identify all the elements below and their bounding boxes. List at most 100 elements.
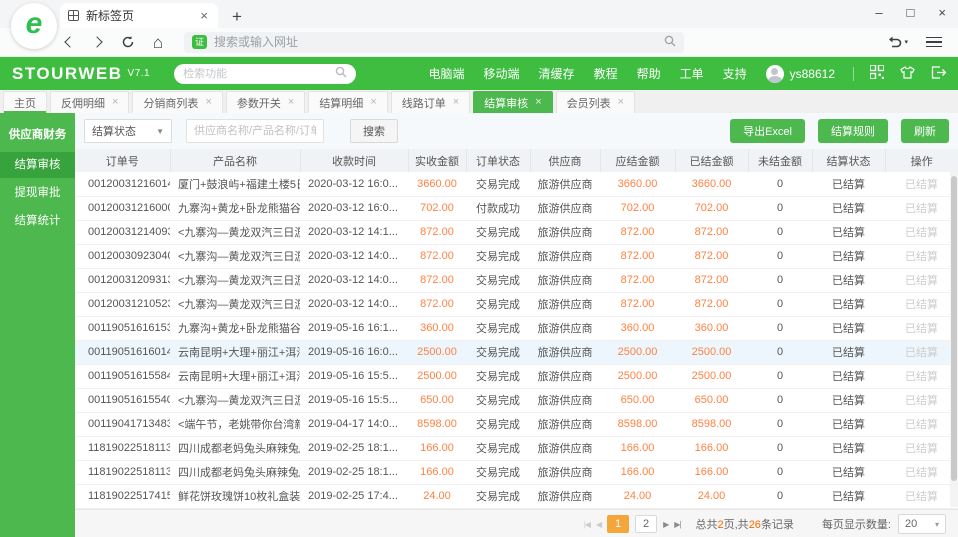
menu-item-移动端[interactable]: 移动端: [484, 65, 520, 82]
cell-supplier: 旅游供应商: [530, 484, 600, 509]
sidebar-item-结算审核[interactable]: 结算审核: [0, 152, 75, 178]
settlement-table: 订单号 产品名称 收款时间 实收金额 订单状态 供应商 应结金额 已结金额 未结金额 结算状态 操作…: [75, 149, 958, 509]
cell-payment-time: 2019-02-25 17:4...: [300, 484, 408, 509]
table-row[interactable]: 00120030923040...<九寨沟—黄龙双汽三日游>...2020-03…: [75, 244, 958, 269]
table-row[interactable]: 00120031209313...<九寨沟—黄龙双汽三日游>...2020-03…: [75, 268, 958, 293]
tab-结算明细[interactable]: 结算明细 ×: [308, 91, 388, 113]
table-row[interactable]: 00120031216000...九寨沟+黄龙+卧龙熊猫谷+都...2020-0…: [75, 196, 958, 221]
table-row[interactable]: 11819022518113...四川成都老妈兔头麻辣兔腿自...2019-02…: [75, 436, 958, 461]
tab-close-icon[interactable]: ×: [535, 97, 541, 108]
tab-反佣明细[interactable]: 反佣明细 ×: [50, 91, 130, 113]
menu-item-工单[interactable]: 工单: [680, 65, 704, 82]
table-row[interactable]: 11819022518113...四川成都老妈兔头麻辣兔腿自...2019-02…: [75, 460, 958, 485]
tab-close-icon[interactable]: ×: [205, 97, 211, 108]
browser-tab-close-icon[interactable]: ×: [198, 8, 210, 23]
tab-close-icon[interactable]: ×: [453, 97, 459, 108]
table-row[interactable]: 00120031216014...厦门+鼓浪屿+福建土楼5日4...2020-0…: [75, 172, 958, 197]
settlement-status-select[interactable]: 结算状态 ▼: [84, 119, 172, 143]
tab-close-icon[interactable]: ×: [288, 97, 294, 108]
vertical-scrollbar[interactable]: [950, 172, 958, 507]
cell-payment-time: 2020-03-12 14:1...: [300, 220, 408, 245]
cell-order-no: 00119051615584...: [75, 364, 170, 389]
table-row[interactable]: 00119051616014...云南昆明+大理+丽江+洱海+...2019-0…: [75, 340, 958, 365]
new-tab-button[interactable]: +: [232, 6, 242, 28]
window-close-button[interactable]: ×: [938, 5, 946, 20]
qr-code-icon[interactable]: [869, 64, 885, 82]
logout-icon[interactable]: [931, 65, 947, 82]
tab-线路订单[interactable]: 线路订单 ×: [390, 91, 471, 113]
cell-order-status: 交易完成: [466, 460, 530, 485]
browser-chrome: e 新标签页 × + – □ × ⌂ 证 ▾: [0, 0, 958, 57]
window-maximize-button[interactable]: □: [907, 5, 915, 20]
page-size-select[interactable]: 20 ▾: [898, 514, 946, 534]
cell-amount-received: 360.00: [408, 316, 466, 341]
table-row[interactable]: 00119051616153...九寨沟+黄龙+卧龙熊猫谷+都...2019-0…: [75, 316, 958, 341]
cell-amount-due: 702.00: [600, 196, 675, 221]
menu-item-清缓存[interactable]: 清缓存: [539, 65, 575, 82]
tab-close-icon[interactable]: ×: [618, 97, 624, 108]
address-input[interactable]: [214, 35, 657, 49]
prev-page-button[interactable]: ◀: [596, 520, 602, 529]
cell-amount-unsettled: 0: [748, 220, 812, 245]
browser-tab[interactable]: 新标签页 ×: [60, 3, 218, 28]
window-minimize-button[interactable]: –: [875, 5, 882, 20]
address-bar[interactable]: 证: [184, 31, 684, 53]
menu-item-支持[interactable]: 支持: [723, 65, 747, 82]
search-button[interactable]: 搜索: [350, 119, 398, 143]
table-row[interactable]: 00119041713483...<端午节，老姚带你台湾新体...2019-04…: [75, 412, 958, 437]
forward-button[interactable]: [86, 31, 110, 53]
table-row[interactable]: 00120031210523...<九寨沟—黄龙双汽三日游>...2020-03…: [75, 292, 958, 317]
cell-amount-unsettled: 0: [748, 340, 812, 365]
tab-会员列表[interactable]: 会员列表 ×: [555, 91, 636, 113]
cell-payment-time: 2019-05-16 16:0...: [300, 340, 408, 365]
menu-item-电脑端[interactable]: 电脑端: [429, 65, 465, 82]
browser-tab-title: 新标签页: [86, 9, 135, 23]
refresh-button[interactable]: 刷新: [901, 119, 949, 143]
tab-结算审核[interactable]: 结算审核 ×: [473, 91, 553, 113]
cell-settlement-status: 已结算: [812, 220, 885, 245]
next-page-button[interactable]: ▶: [663, 520, 669, 529]
cell-settlement-status: 已结算: [812, 244, 885, 269]
settlement-rules-button[interactable]: 结算规则: [818, 119, 888, 143]
username: ys88612: [789, 66, 835, 81]
table-row[interactable]: 11819022517415...鲜花饼玫瑰饼10枚礼盒装（...2019-02…: [75, 484, 958, 509]
first-page-button[interactable]: |◀: [584, 520, 591, 529]
back-button[interactable]: [56, 31, 80, 53]
tab-close-icon[interactable]: ×: [370, 97, 376, 108]
menu-item-教程[interactable]: 教程: [594, 65, 618, 82]
address-search-icon[interactable]: [664, 35, 676, 50]
skin-shirt-icon[interactable]: [900, 65, 915, 82]
tab-分销商列表[interactable]: 分销商列表 ×: [132, 91, 223, 113]
function-search-input[interactable]: [183, 67, 336, 80]
tab-主页[interactable]: 主页: [3, 91, 47, 113]
function-search-box[interactable]: [174, 63, 357, 84]
cell-order-status: 交易完成: [466, 484, 530, 509]
tab-label: 分销商列表: [143, 97, 199, 110]
cell-amount-unsettled: 0: [748, 268, 812, 293]
search-icon[interactable]: [335, 66, 347, 81]
reload-icon[interactable]: [116, 31, 140, 53]
tab-参数开关[interactable]: 参数开关 ×: [225, 91, 306, 113]
sidebar-item-结算统计[interactable]: 结算统计: [0, 208, 75, 234]
export-excel-button[interactable]: 导出Excel: [730, 119, 805, 143]
browser-menu-icon[interactable]: [926, 36, 942, 48]
scrollbar-thumb[interactable]: [951, 176, 957, 481]
cell-amount-settled: 2500.00: [675, 340, 748, 365]
cell-amount-unsettled: 0: [748, 196, 812, 221]
last-page-button[interactable]: ▶|: [674, 520, 681, 529]
page-button-2[interactable]: 2: [635, 515, 658, 533]
recently-closed-icon[interactable]: ▾: [887, 36, 908, 49]
keyword-search-input[interactable]: [186, 119, 324, 143]
page-button-1[interactable]: 1: [607, 515, 630, 533]
menu-item-帮助[interactable]: 帮助: [637, 65, 661, 82]
table-row[interactable]: 00119051615584...云南昆明+大理+丽江+洱海+...2019-0…: [75, 364, 958, 389]
sidebar-item-提现审批[interactable]: 提现审批: [0, 180, 75, 206]
home-button[interactable]: ⌂: [146, 31, 170, 53]
cell-payment-time: 2020-03-12 16:0...: [300, 196, 408, 221]
cell-order-no: 00119051615540...: [75, 388, 170, 413]
user-account[interactable]: ys88612: [765, 64, 835, 83]
tab-close-icon[interactable]: ×: [112, 97, 118, 108]
table-row[interactable]: 00120031214093...<九寨沟—黄龙双汽三日游>...2020-03…: [75, 220, 958, 245]
table-row[interactable]: 00119051615540...<九寨沟—黄龙双汽三日游>...2019-05…: [75, 388, 958, 413]
browser-logo-icon[interactable]: e: [11, 3, 57, 49]
